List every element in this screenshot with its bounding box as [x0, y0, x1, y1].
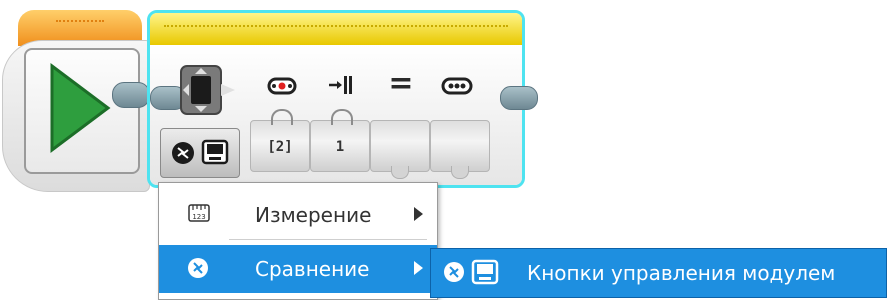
- submenu-arrow-icon: [414, 261, 423, 275]
- param-buttons[interactable]: [2]: [250, 109, 310, 172]
- param-connector: [331, 109, 353, 125]
- compare-icon: [172, 142, 194, 164]
- output-sequence-plug-right[interactable]: [500, 86, 538, 110]
- menu-item-compare-label: Сравнение: [255, 257, 370, 281]
- menu-divider: [229, 239, 427, 240]
- menu-item-compare[interactable]: Сравнение: [159, 245, 437, 293]
- output-button-id[interactable]: [430, 120, 490, 179]
- submenu-item-label: Кнопки управления модулем: [527, 261, 836, 285]
- submenu-item-brick-buttons[interactable]: Кнопки управления модулем: [430, 248, 887, 298]
- brick-buttons-icon: [441, 77, 473, 95]
- output-sequence-plug[interactable]: [112, 82, 150, 108]
- submenu-arrow-icon: [414, 207, 423, 221]
- param-connector: [271, 109, 293, 125]
- brick-icon: [471, 259, 499, 285]
- param-state-value: 1: [335, 139, 345, 155]
- output-result[interactable]: [370, 120, 430, 179]
- play-icon[interactable]: [48, 62, 112, 154]
- menu-item-measure-label: Измерение: [255, 203, 372, 227]
- port-input-icon: [329, 76, 352, 94]
- param-state[interactable]: 1: [310, 109, 370, 172]
- mode-menu: 123 Измерение Сравнение: [158, 182, 438, 300]
- dpad-icon: [180, 65, 235, 115]
- port-icon: [267, 77, 297, 95]
- compare-icon: [188, 258, 208, 278]
- param-buttons-value: [2]: [267, 139, 293, 155]
- ruler-icon: 123: [188, 204, 210, 222]
- compare-block-header[interactable]: [150, 13, 522, 45]
- equals-icon: =: [388, 66, 414, 101]
- start-block[interactable]: [0, 0, 150, 200]
- brick-icon: [201, 139, 229, 165]
- svg-text:123: 123: [192, 213, 205, 221]
- menu-item-measure[interactable]: 123 Измерение: [159, 191, 437, 239]
- compare-icon: [444, 262, 464, 282]
- mode-selector-button[interactable]: [160, 128, 240, 178]
